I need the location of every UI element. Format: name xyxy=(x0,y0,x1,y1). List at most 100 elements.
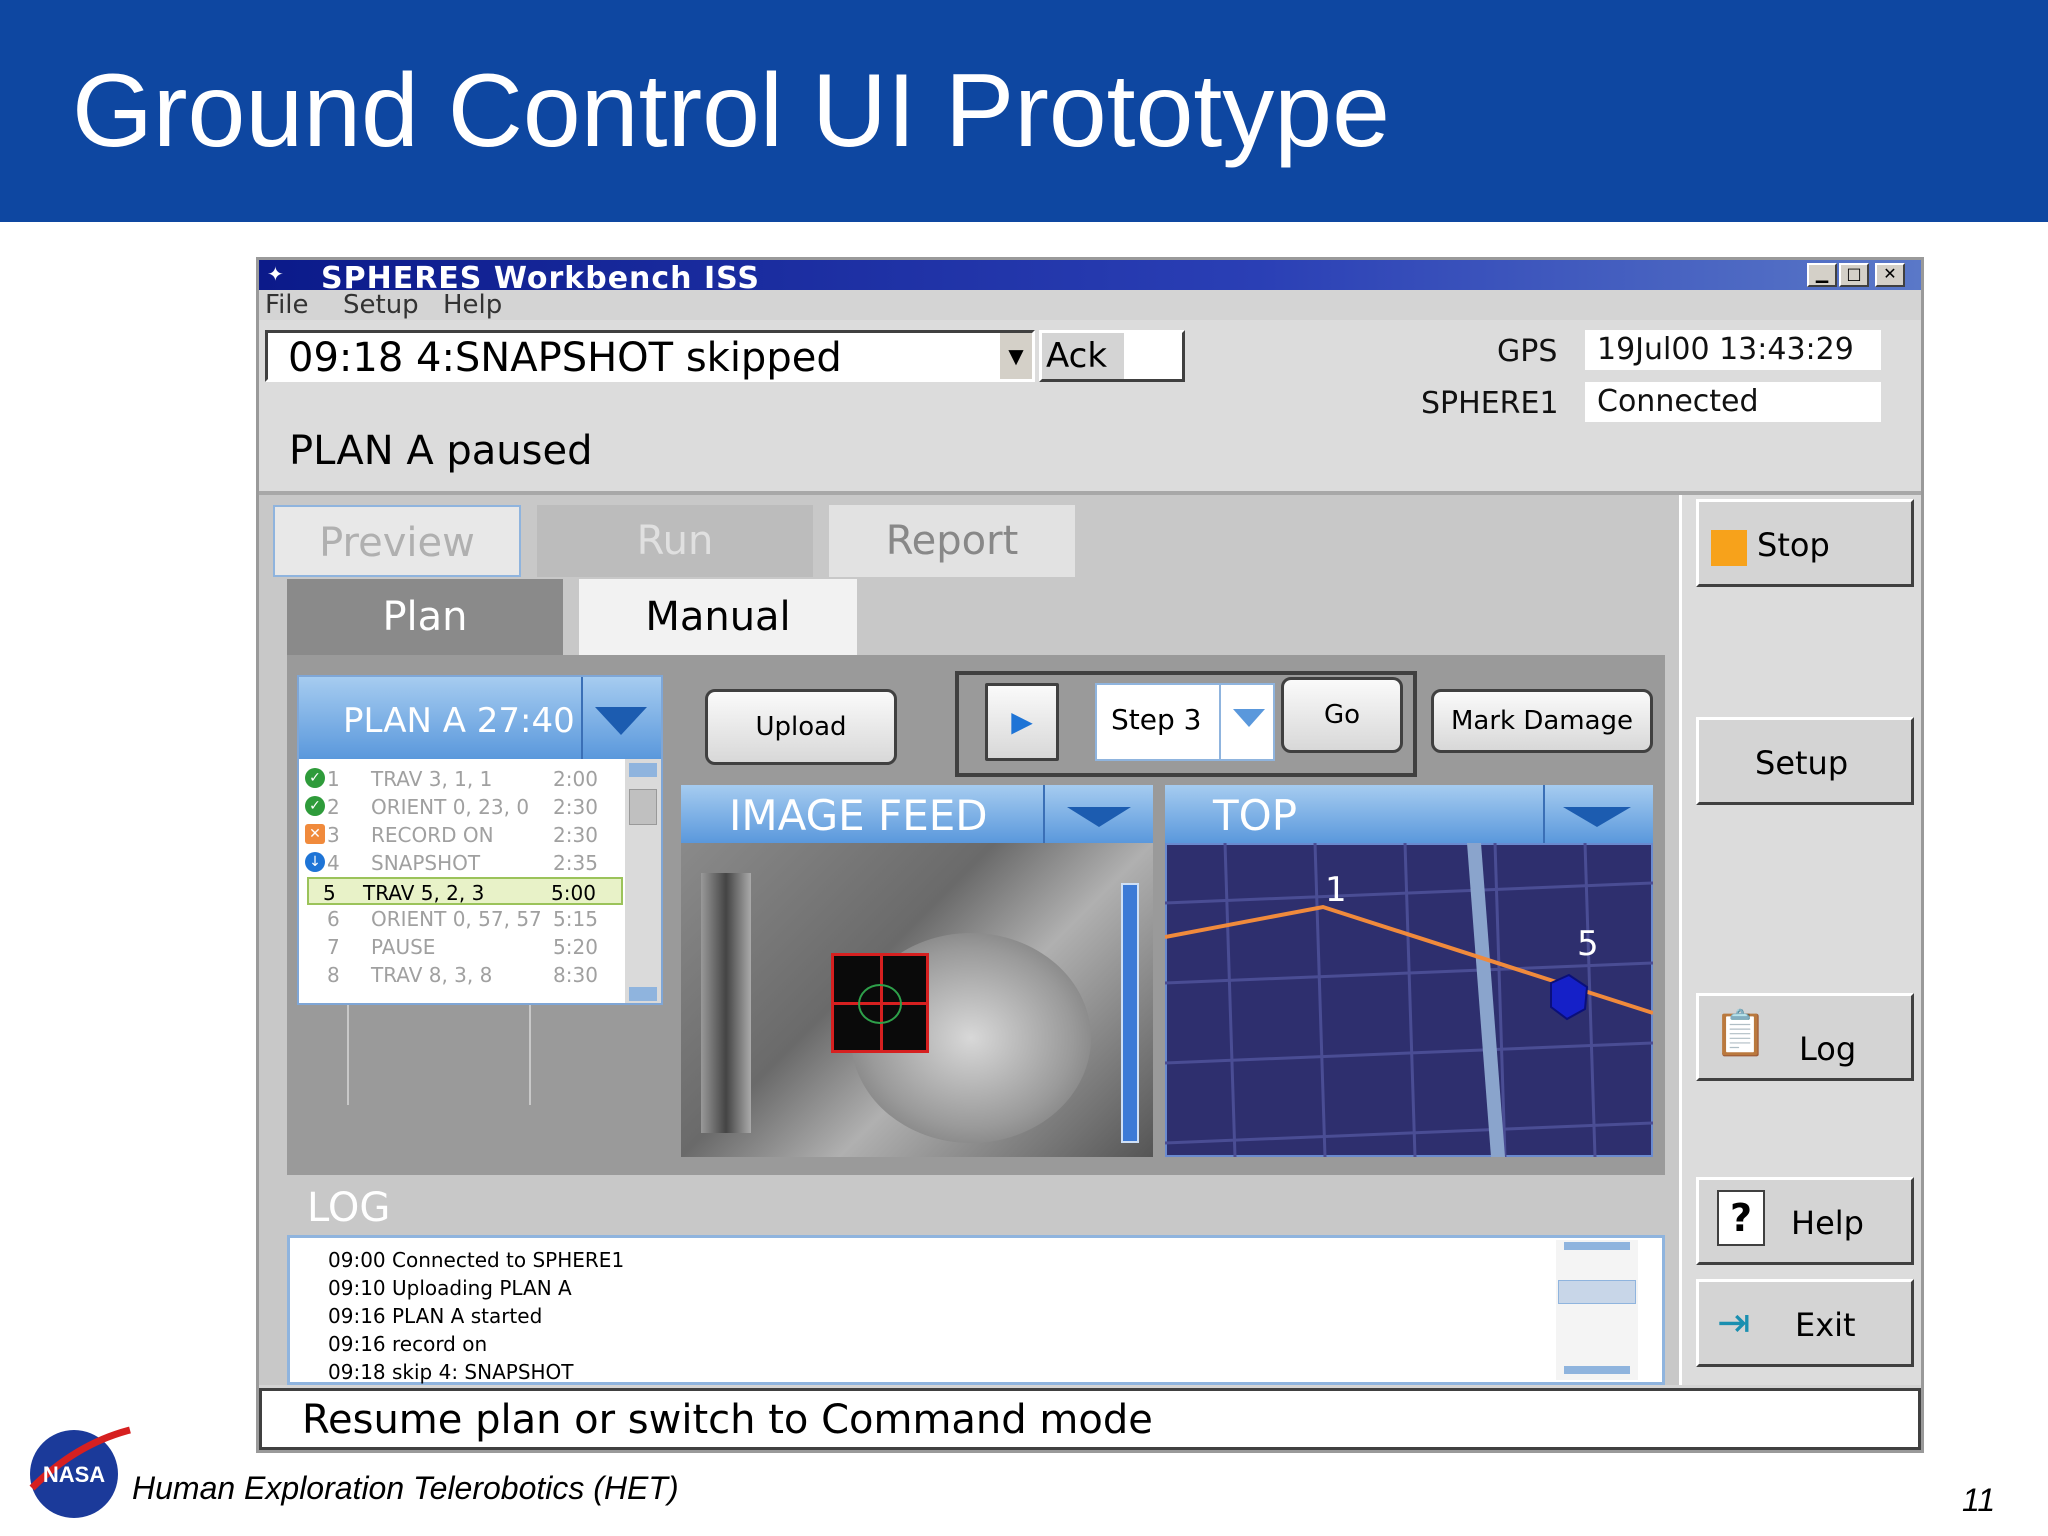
plan-scrollbar[interactable] xyxy=(625,759,661,1003)
stop-label: Stop xyxy=(1757,526,1830,564)
tab-manual[interactable]: Manual xyxy=(579,579,857,655)
footer-text: Human Exploration Telerobotics (HET) xyxy=(132,1470,679,1506)
maximize-icon[interactable]: □ xyxy=(1839,263,1869,287)
header-divider xyxy=(1043,785,1045,843)
menu-bar: File Setup Help xyxy=(259,290,1921,320)
camera-image[interactable] xyxy=(681,843,1153,1157)
close-icon[interactable]: ✕ xyxy=(1875,263,1905,287)
plan-row-current[interactable]: 5 TRAV 5, 2, 3 5:00 xyxy=(307,877,623,905)
help-icon: ? xyxy=(1717,1190,1765,1246)
mark-damage-button[interactable]: Mark Damage xyxy=(1431,689,1653,753)
image-feed-header: IMAGE FEED xyxy=(681,785,1153,843)
skip-down-icon: ↓ xyxy=(305,852,325,872)
sphere-value: Connected xyxy=(1585,382,1881,422)
gps-value: 19Jul00 13:43:29 xyxy=(1585,330,1881,370)
log-scrollbar[interactable] xyxy=(1556,1240,1638,1380)
command-line[interactable]: Resume plan or switch to Command mode xyxy=(259,1388,1921,1450)
ack-button[interactable]: Ack xyxy=(1039,330,1185,382)
go-button[interactable]: Go xyxy=(1281,677,1403,753)
step-value: Step 3 xyxy=(1111,703,1202,736)
scroll-down-icon[interactable] xyxy=(629,987,657,1001)
minimize-icon[interactable]: ▁ xyxy=(1807,263,1837,287)
slide-header: Ground Control UI Prototype xyxy=(0,0,2048,222)
upload-button[interactable]: Upload xyxy=(705,689,897,765)
scroll-thumb[interactable] xyxy=(1558,1280,1636,1304)
nasa-logo-text: NASA xyxy=(43,1462,105,1487)
log-button[interactable]: 📋 Log xyxy=(1696,993,1914,1081)
plan-row[interactable]: ✕ 3 RECORD ON 2:30 xyxy=(303,821,623,849)
log-line: 09:16 PLAN A started xyxy=(328,1304,543,1328)
target-reticle[interactable] xyxy=(831,953,929,1053)
chevron-down-icon[interactable] xyxy=(1233,709,1265,727)
gps-label: GPS xyxy=(1497,334,1558,369)
plan-row[interactable]: ↓ 4 SNAPSHOT 2:35 xyxy=(303,849,623,877)
stop-button[interactable]: Stop xyxy=(1696,499,1914,587)
log-line: 09:16 record on xyxy=(328,1332,488,1356)
command-text: Resume plan or switch to Command mode xyxy=(302,1397,1153,1443)
light-bar xyxy=(1121,883,1139,1143)
main-panel: Preview Run Report Plan Manual PLAN A 27… xyxy=(259,495,1679,1385)
scroll-up-icon[interactable] xyxy=(1564,1242,1630,1250)
waypoint-label: 5 xyxy=(1577,924,1599,964)
menu-help[interactable]: Help xyxy=(443,290,502,320)
tab-plan[interactable]: Plan xyxy=(287,579,563,655)
notepad-icon: 📋 xyxy=(1713,1008,1768,1059)
check-icon: ✓ xyxy=(305,768,325,788)
plan-header: PLAN A 27:40 xyxy=(299,677,661,759)
waypoint-label: 1 xyxy=(1325,870,1347,910)
column-line xyxy=(529,1005,531,1105)
nasa-logo: NASA xyxy=(29,1426,131,1518)
select-divider xyxy=(1219,685,1221,759)
log-line: 09:00 Connected to SPHERE1 xyxy=(328,1248,625,1272)
sphere-label: SPHERE1 xyxy=(1421,386,1559,421)
plan-row[interactable]: ✓ 1 TRAV 3, 1, 1 2:00 xyxy=(303,765,623,793)
help-button[interactable]: ? Help xyxy=(1696,1177,1914,1265)
chevron-down-icon[interactable] xyxy=(595,707,647,735)
plan-row[interactable]: 8 TRAV 8, 3, 8 8:30 xyxy=(303,961,623,989)
setup-label: Setup xyxy=(1755,744,1849,782)
tab-report[interactable]: Report xyxy=(829,505,1075,577)
log-line: 09:18 skip 4: SNAPSHOT xyxy=(328,1360,574,1384)
message-dropdown[interactable]: 09:18 4:SNAPSHOT skipped ▼ xyxy=(265,330,1035,382)
chevron-down-icon[interactable] xyxy=(1563,807,1631,827)
plan-row[interactable]: 7 PAUSE 5:20 xyxy=(303,933,623,961)
log-title: LOG xyxy=(307,1185,391,1231)
dropdown-arrow-icon[interactable]: ▼ xyxy=(1000,333,1032,379)
title-bar[interactable]: ✦ SPHERES Workbench ISS ▁ □ ✕ xyxy=(259,260,1921,296)
chevron-down-icon[interactable] xyxy=(1067,807,1131,827)
header-divider xyxy=(1543,785,1545,843)
ack-label: Ack xyxy=(1042,333,1124,379)
error-x-icon: ✕ xyxy=(305,824,325,844)
top-view-pane: TOP 1 5 xyxy=(1165,785,1653,1157)
tab-run[interactable]: Run xyxy=(537,505,813,577)
menu-file[interactable]: File xyxy=(265,290,309,320)
menu-setup[interactable]: Setup xyxy=(343,290,419,320)
plan-row[interactable]: 6 ORIENT 0, 57, 57 5:15 xyxy=(303,905,623,933)
plan-list: PLAN A 27:40 ✓ 1 TRAV 3, 1, 1 2:00 ✓ 2 O… xyxy=(297,675,663,1005)
step-control-group: ▶ Step 3 Go xyxy=(955,671,1417,777)
plan-name: PLAN A 27:40 xyxy=(343,701,575,741)
plan-row[interactable]: ✓ 2 ORIENT 0, 23, 0 2:30 xyxy=(303,793,623,821)
exit-door-icon: ⇥ xyxy=(1717,1300,1751,1346)
header-divider xyxy=(581,677,583,759)
module-wall xyxy=(701,873,751,1133)
top-view-map[interactable]: 1 5 xyxy=(1165,843,1653,1157)
exit-button[interactable]: ⇥ Exit xyxy=(1696,1279,1914,1367)
step-select[interactable]: Step 3 xyxy=(1095,683,1275,761)
app-window: ✦ SPHERES Workbench ISS ▁ □ ✕ File Setup… xyxy=(256,257,1924,1453)
exit-label: Exit xyxy=(1795,1306,1856,1344)
log-line: 09:10 Uploading PLAN A xyxy=(328,1276,572,1300)
sphere-marker xyxy=(858,984,902,1024)
scroll-down-icon[interactable] xyxy=(1564,1366,1630,1374)
scroll-up-icon[interactable] xyxy=(629,763,657,777)
page-number: 11 xyxy=(1962,1482,1996,1518)
slide-title: Ground Control UI Prototype xyxy=(72,53,1390,169)
play-icon[interactable]: ▶ xyxy=(985,683,1059,761)
plan-panel: PLAN A 27:40 ✓ 1 TRAV 3, 1, 1 2:00 ✓ 2 O… xyxy=(287,655,1665,1175)
plan-status: PLAN A paused xyxy=(289,428,593,474)
tab-preview[interactable]: Preview xyxy=(273,505,521,577)
side-panel: Stop Setup 📋 Log ? Help ⇥ Exit xyxy=(1679,495,1921,1385)
column-line xyxy=(347,1005,349,1105)
setup-button[interactable]: Setup xyxy=(1696,717,1914,805)
scroll-thumb[interactable] xyxy=(629,789,657,825)
